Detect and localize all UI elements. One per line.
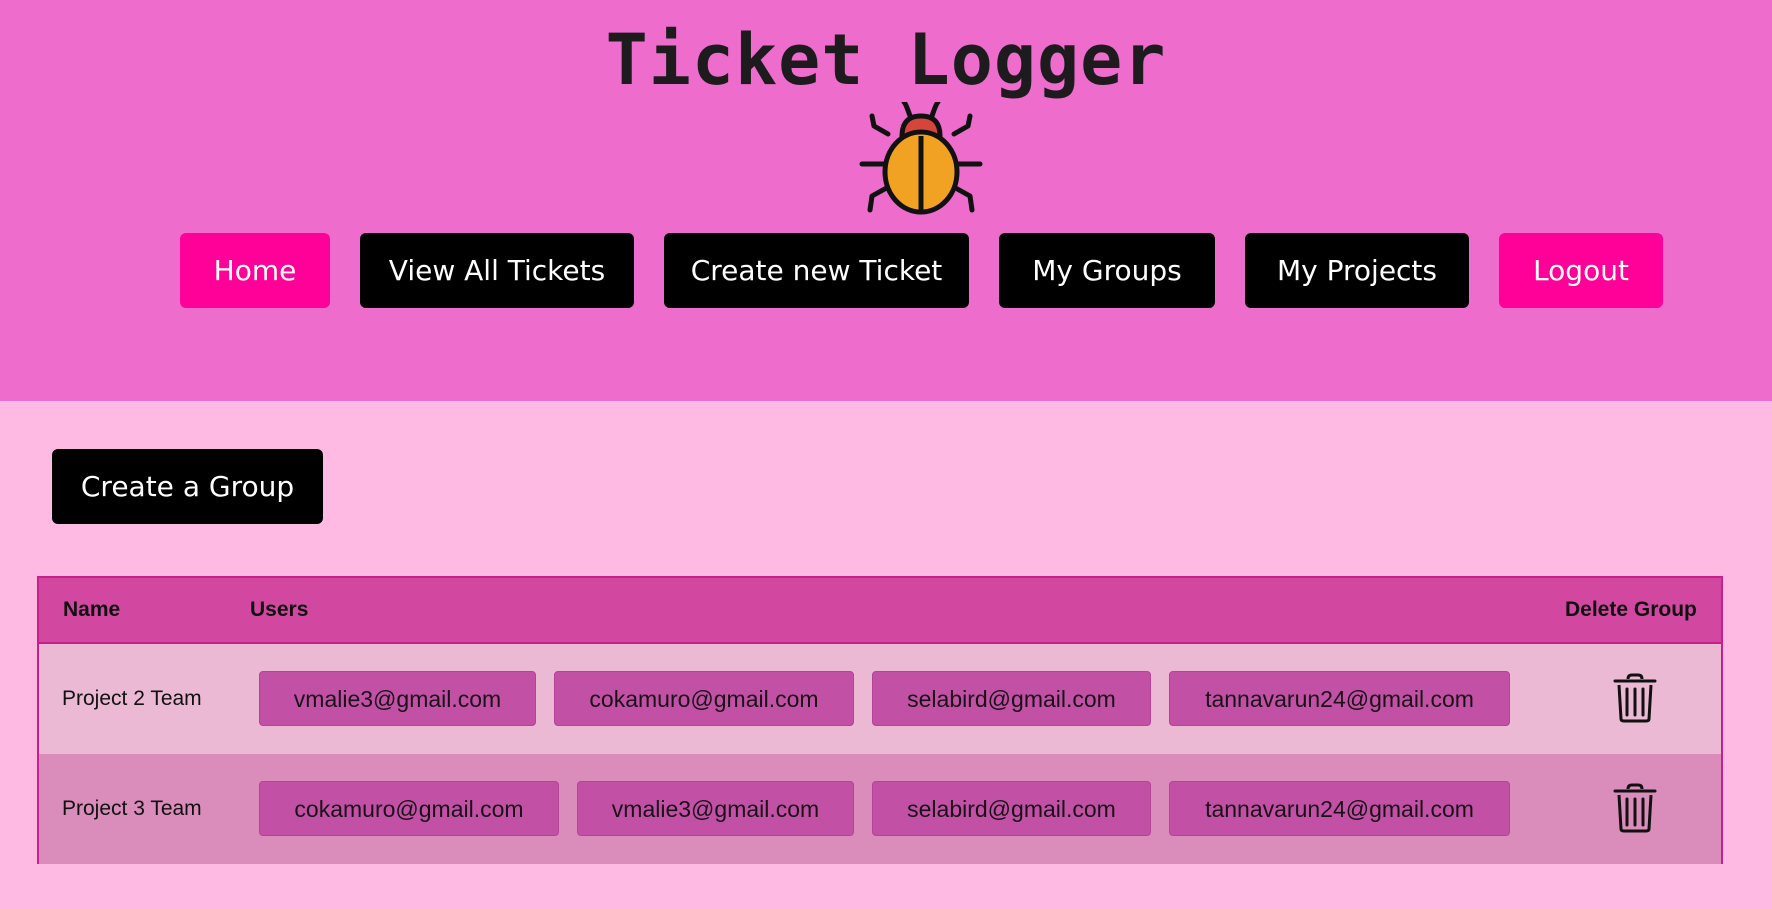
nav-view-all-tickets-button[interactable]: View All Tickets bbox=[360, 233, 634, 308]
table-row: Project 3 Team cokamuro@gmail.com vmalie… bbox=[39, 754, 1721, 864]
column-header-delete: Delete Group bbox=[1565, 598, 1697, 621]
nav-logout-button[interactable]: Logout bbox=[1499, 233, 1663, 308]
trash-icon[interactable] bbox=[1610, 783, 1660, 833]
groups-table: Name Users Delete Group Project 2 Team v… bbox=[37, 576, 1723, 864]
create-group-button[interactable]: Create a Group bbox=[52, 449, 323, 524]
user-chip[interactable]: cokamuro@gmail.com bbox=[259, 781, 559, 836]
user-chip[interactable]: tannavarun24@gmail.com bbox=[1169, 671, 1510, 726]
nav-my-projects-button[interactable]: My Projects bbox=[1245, 233, 1469, 308]
column-header-users: Users bbox=[250, 598, 309, 621]
user-chip[interactable]: vmalie3@gmail.com bbox=[259, 671, 536, 726]
table-header: Name Users Delete Group bbox=[39, 578, 1721, 644]
app-title: Ticket Logger bbox=[605, 19, 1167, 101]
user-chip[interactable]: tannavarun24@gmail.com bbox=[1169, 781, 1510, 836]
user-chip[interactable]: cokamuro@gmail.com bbox=[554, 671, 854, 726]
column-header-name: Name bbox=[63, 598, 121, 621]
user-chip[interactable]: selabird@gmail.com bbox=[872, 781, 1151, 836]
group-name: Project 2 Team bbox=[62, 687, 202, 710]
group-name: Project 3 Team bbox=[62, 797, 202, 820]
app-header: Ticket Logger Home View All Tickets Crea… bbox=[0, 0, 1772, 401]
bug-icon bbox=[859, 102, 983, 215]
trash-icon[interactable] bbox=[1610, 673, 1660, 723]
nav-create-ticket-button[interactable]: Create new Ticket bbox=[664, 233, 969, 308]
user-chip[interactable]: selabird@gmail.com bbox=[872, 671, 1151, 726]
nav-home-button[interactable]: Home bbox=[180, 233, 330, 308]
user-chip[interactable]: vmalie3@gmail.com bbox=[577, 781, 854, 836]
nav-my-groups-button[interactable]: My Groups bbox=[999, 233, 1215, 308]
table-row: Project 2 Team vmalie3@gmail.com cokamur… bbox=[39, 644, 1721, 754]
